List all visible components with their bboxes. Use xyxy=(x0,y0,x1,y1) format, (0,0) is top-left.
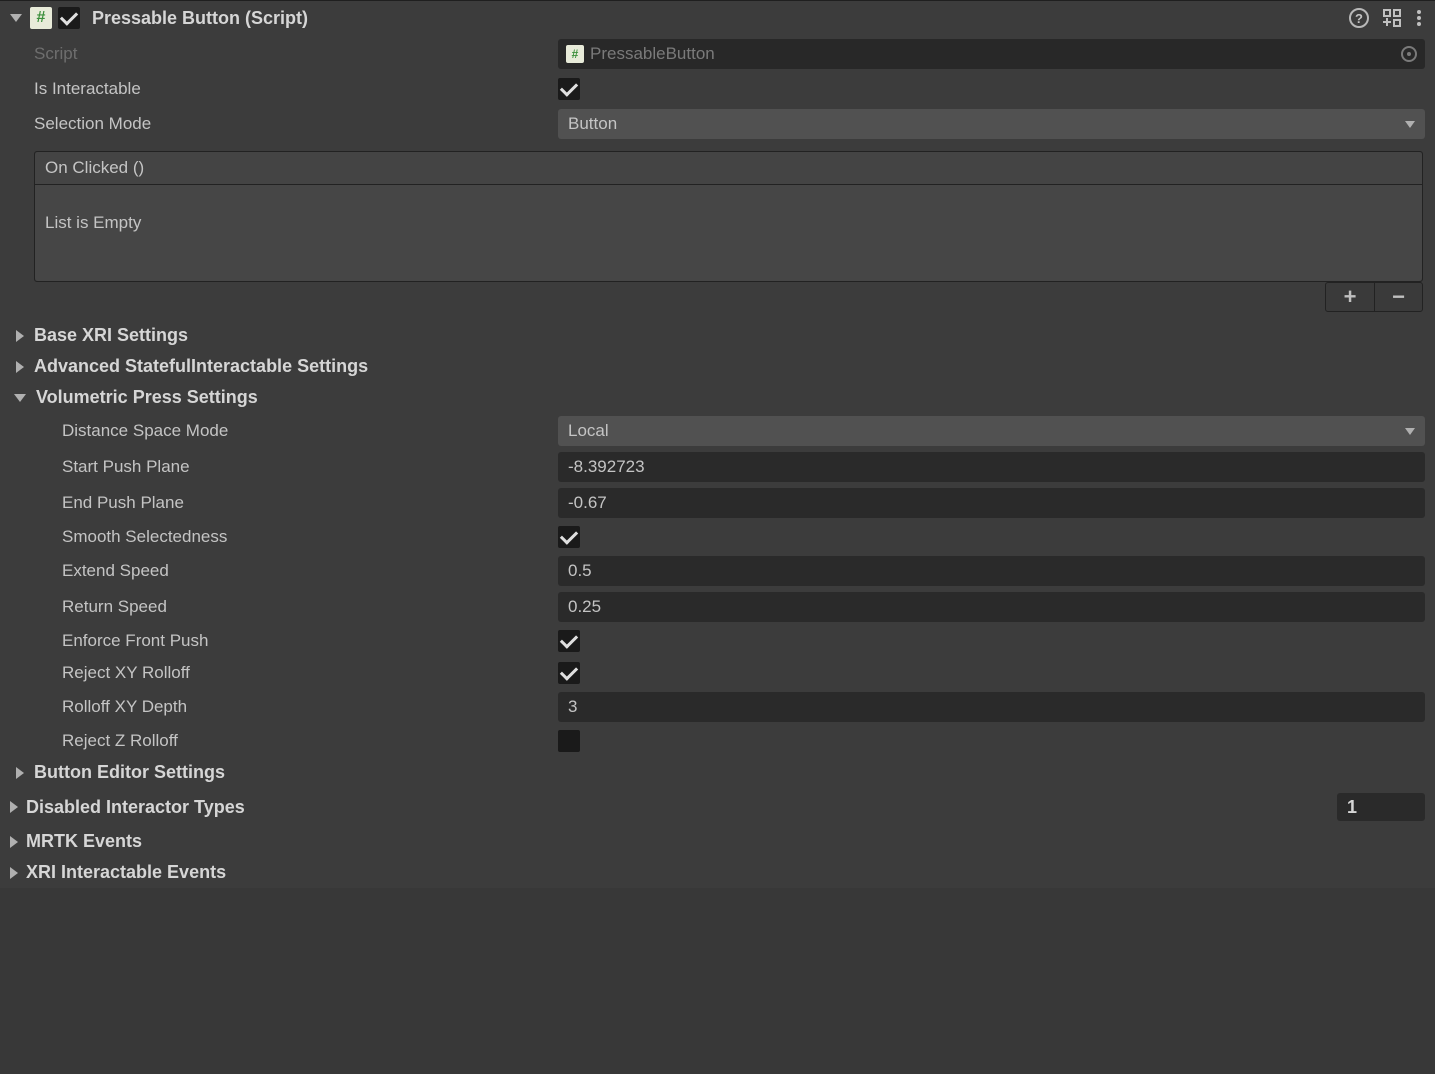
distance-space-mode-dropdown[interactable]: Local xyxy=(558,416,1425,446)
help-icon[interactable]: ? xyxy=(1349,8,1369,28)
header-icons: ? xyxy=(1349,8,1421,28)
csharp-script-icon: # xyxy=(30,7,52,29)
script-field-row: Script # PressableButton xyxy=(0,35,1435,73)
component-header[interactable]: # Pressable Button (Script) ? xyxy=(0,1,1435,35)
selection-mode-row: Selection Mode Button xyxy=(0,105,1435,143)
button-editor-settings-header[interactable]: Button Editor Settings xyxy=(0,757,1435,788)
event-empty-text: List is Empty xyxy=(35,185,1422,281)
is-interactable-checkbox[interactable] xyxy=(558,78,580,100)
foldout-arrow-icon xyxy=(16,330,24,342)
is-interactable-label: Is Interactable xyxy=(34,79,558,99)
preset-icon[interactable] xyxy=(1383,9,1403,27)
enforce-front-push-row: Enforce Front Push xyxy=(0,625,1435,657)
return-speed-input[interactable]: 0.25 xyxy=(558,592,1425,622)
foldout-arrow-icon xyxy=(10,836,18,848)
disabled-interactor-types-header[interactable]: Disabled Interactor Types 1 xyxy=(0,788,1435,826)
extend-speed-row: Extend Speed 0.5 xyxy=(0,553,1435,589)
rolloff-xy-depth-row: Rolloff XY Depth 3 xyxy=(0,689,1435,725)
reject-xy-rolloff-checkbox[interactable] xyxy=(558,662,580,684)
event-list-buttons: + − xyxy=(34,282,1423,312)
csharp-mini-icon: # xyxy=(566,45,584,63)
reject-xy-rolloff-row: Reject XY Rolloff xyxy=(0,657,1435,689)
object-picker-icon[interactable] xyxy=(1401,46,1417,62)
reject-z-rolloff-checkbox[interactable] xyxy=(558,730,580,752)
smooth-selectedness-row: Smooth Selectedness xyxy=(0,521,1435,553)
component-enabled-checkbox[interactable] xyxy=(58,7,80,29)
return-speed-row: Return Speed 0.25 xyxy=(0,589,1435,625)
event-header: On Clicked () xyxy=(35,152,1422,185)
volumetric-press-settings-header[interactable]: Volumetric Press Settings xyxy=(0,382,1435,413)
script-object-field[interactable]: # PressableButton xyxy=(558,39,1425,69)
add-event-button[interactable]: + xyxy=(1326,283,1374,311)
context-menu-icon[interactable] xyxy=(1417,10,1421,26)
extend-speed-input[interactable]: 0.5 xyxy=(558,556,1425,586)
foldout-arrow-icon xyxy=(10,801,18,813)
base-xri-settings-header[interactable]: Base XRI Settings xyxy=(0,320,1435,351)
xri-interactable-events-header[interactable]: XRI Interactable Events xyxy=(0,857,1435,888)
end-push-plane-input[interactable]: -0.67 xyxy=(558,488,1425,518)
advanced-stateful-settings-header[interactable]: Advanced StatefulInteractable Settings xyxy=(0,351,1435,382)
foldout-arrow-icon xyxy=(14,394,26,402)
selection-mode-dropdown[interactable]: Button xyxy=(558,109,1425,139)
enforce-front-push-checkbox[interactable] xyxy=(558,630,580,652)
script-label: Script xyxy=(34,44,558,64)
chevron-down-icon xyxy=(1405,428,1415,435)
distance-space-mode-row: Distance Space Mode Local xyxy=(0,413,1435,449)
smooth-selectedness-checkbox[interactable] xyxy=(558,526,580,548)
start-push-plane-input[interactable]: -8.392723 xyxy=(558,452,1425,482)
end-push-plane-row: End Push Plane -0.67 xyxy=(0,485,1435,521)
start-push-plane-row: Start Push Plane -8.392723 xyxy=(0,449,1435,485)
rolloff-xy-depth-input[interactable]: 3 xyxy=(558,692,1425,722)
foldout-arrow-icon xyxy=(10,867,18,879)
disabled-interactor-count-input[interactable]: 1 xyxy=(1337,793,1425,821)
on-clicked-event-list: On Clicked () List is Empty xyxy=(34,151,1423,282)
foldout-arrow-icon xyxy=(16,361,24,373)
selection-mode-label: Selection Mode xyxy=(34,114,558,134)
reject-z-rolloff-row: Reject Z Rolloff xyxy=(0,725,1435,757)
inspector-component: # Pressable Button (Script) ? Script # P… xyxy=(0,0,1435,888)
selection-mode-value: Button xyxy=(568,114,617,134)
mrtk-events-header[interactable]: MRTK Events xyxy=(0,826,1435,857)
script-value: PressableButton xyxy=(590,44,1395,64)
component-title: Pressable Button (Script) xyxy=(92,8,1343,29)
remove-event-button[interactable]: − xyxy=(1374,283,1422,311)
foldout-arrow-icon[interactable] xyxy=(10,14,22,22)
foldout-arrow-icon xyxy=(16,767,24,779)
chevron-down-icon xyxy=(1405,121,1415,128)
is-interactable-row: Is Interactable xyxy=(0,73,1435,105)
